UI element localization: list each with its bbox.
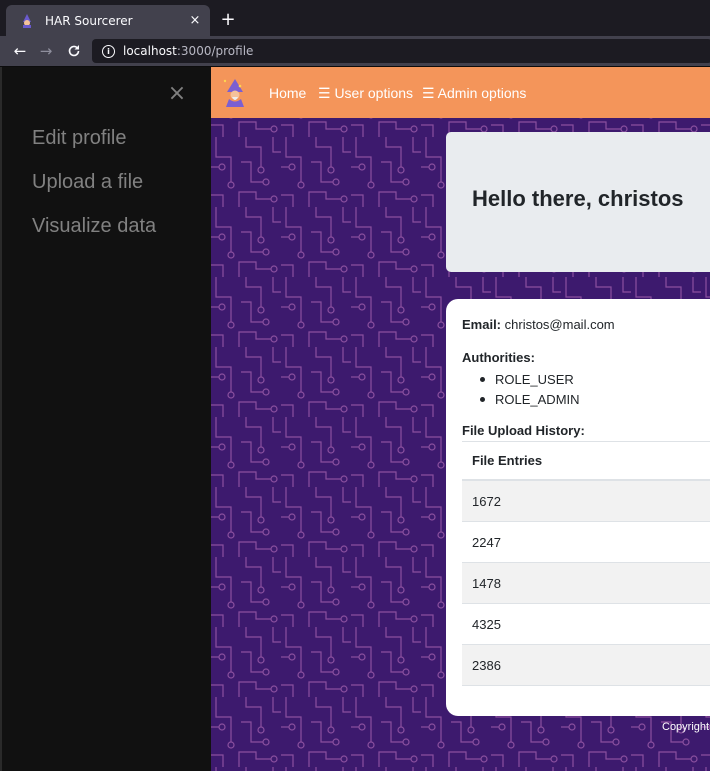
browser-tab[interactable]: HAR Sourcerer ×: [6, 5, 210, 36]
authorities-label: Authorities:: [462, 350, 535, 365]
email-field: Email: christos@mail.com: [462, 317, 615, 332]
sidebar-item-upload-file[interactable]: Upload a file: [32, 171, 143, 194]
forward-arrow-icon[interactable]: →: [36, 41, 56, 61]
table-row: 2247: [462, 522, 710, 563]
footer-copyright: Copyright: [662, 721, 710, 733]
app-navbar: Home ☰ User options ☰ Admin options: [211, 67, 710, 118]
sidebar-item-edit-profile[interactable]: Edit profile: [32, 127, 127, 150]
email-label: Email:: [462, 317, 502, 332]
reload-icon[interactable]: [64, 41, 84, 61]
wizard-logo-icon[interactable]: [221, 77, 249, 107]
nav-admin-options[interactable]: ☰ Admin options: [422, 85, 526, 102]
table-row: 4325: [462, 604, 710, 645]
url-bar[interactable]: i localhost:3000/profile: [92, 39, 710, 63]
profile-card: Email: christos@mail.com Authorities: RO…: [446, 299, 710, 716]
back-arrow-icon[interactable]: ←: [10, 41, 30, 61]
new-tab-button[interactable]: +: [218, 9, 238, 30]
list-item: ROLE_USER: [480, 370, 580, 390]
nav-user-options[interactable]: ☰ User options: [318, 85, 413, 102]
url-text: localhost:3000/profile: [123, 44, 254, 58]
tab-title: HAR Sourcerer: [45, 13, 133, 28]
table-row: 2386: [462, 645, 710, 686]
sidebar: × Edit profile Upload a file Visualize d…: [0, 67, 211, 771]
table-row: 1672: [462, 481, 710, 522]
email-value: christos@mail.com: [504, 317, 615, 332]
sidebar-close-icon[interactable]: ×: [166, 83, 188, 105]
main-area: Home ☰ User options ☰ Admin options Hell…: [211, 67, 710, 771]
bullet-icon: [480, 377, 485, 383]
list-item: ROLE_ADMIN: [480, 390, 580, 410]
file-history-table: File Entries 1672 2247 1478 4325 2386: [462, 441, 710, 686]
page-viewport: × Edit profile Upload a file Visualize d…: [0, 67, 710, 771]
authorities-list: ROLE_USER ROLE_ADMIN: [480, 370, 580, 410]
greeting-panel: Hello there, christos: [446, 132, 710, 272]
tab-close-icon[interactable]: ×: [184, 10, 206, 32]
history-label: File Upload History:: [462, 423, 585, 438]
greeting-heading: Hello there, christos: [472, 186, 684, 211]
bullet-icon: [480, 397, 485, 403]
table-row: 1478: [462, 563, 710, 604]
table-header: File Entries: [462, 441, 710, 481]
site-info-icon[interactable]: i: [102, 44, 115, 58]
sidebar-item-visualize-data[interactable]: Visualize data: [32, 215, 156, 238]
wizard-favicon-icon: [20, 13, 34, 28]
browser-nav-bar: ← → i localhost:3000/profile: [0, 36, 710, 66]
nav-home[interactable]: Home: [269, 85, 306, 101]
browser-tab-bar: HAR Sourcerer × +: [0, 0, 710, 36]
